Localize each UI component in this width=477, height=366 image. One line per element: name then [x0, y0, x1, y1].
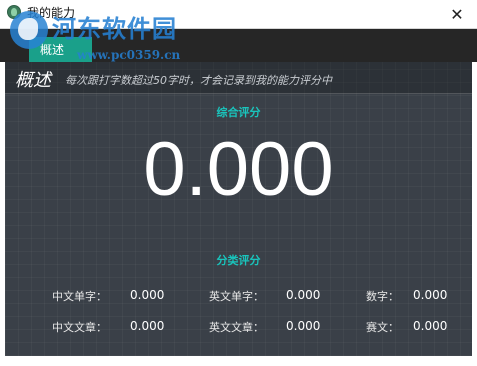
- watermark-logo-icon: [10, 11, 48, 49]
- panel-title: 概述: [15, 70, 51, 91]
- watermark-text: 河东软件园: [52, 14, 177, 43]
- stat-value-chinese-article: 0.000: [130, 319, 165, 333]
- stat-value-english-word: 0.000: [286, 288, 321, 302]
- stat-label-english-article: 英文文章：: [209, 321, 264, 334]
- stat-label-english-word: 英文单字：: [209, 290, 264, 303]
- overall-score-title: 综合评分: [216, 106, 261, 119]
- stat-label-chinese-article: 中文文章：: [52, 321, 107, 334]
- stat-value-chinese-char: 0.000: [130, 288, 165, 302]
- stat-value-race-text: 0.000: [413, 319, 448, 333]
- close-button[interactable]: ✕: [437, 0, 477, 28]
- panel-header: 概述 每次跟打字数超过50字时，才会记录到我的能力评分中: [5, 62, 472, 94]
- stat-value-number: 0.000: [413, 288, 448, 302]
- overview-panel: 概述 每次跟打字数超过50字时，才会记录到我的能力评分中 综合评分 0.000 …: [5, 62, 472, 356]
- stat-value-english-article: 0.000: [286, 319, 321, 333]
- panel-subtitle: 每次跟打字数超过50字时，才会记录到我的能力评分中: [65, 74, 332, 87]
- stat-label-number: 数字：: [366, 290, 399, 303]
- stat-label-race-text: 赛文：: [366, 321, 399, 334]
- stat-label-chinese-char: 中文单字：: [52, 290, 107, 303]
- watermark-url: www.pc0359.cn: [77, 48, 181, 62]
- category-score-title: 分类评分: [216, 254, 261, 267]
- overall-score-value: 0.000: [143, 127, 334, 212]
